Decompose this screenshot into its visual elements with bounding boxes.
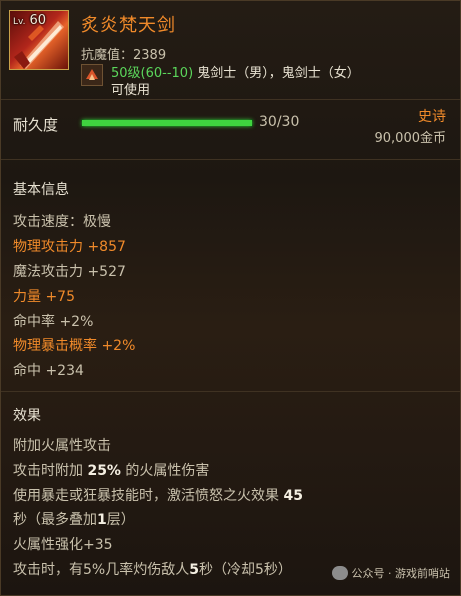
effect-text: 使用暴走或狂暴技能时，激活愤怒之火效果 [13, 488, 284, 504]
effect-value: 5 [189, 562, 199, 578]
stat-physical-crit: 物理暴击概率 +2% [13, 338, 136, 354]
item-header: Lv. 60 炙炎梵天剑 抗魔值：2389 50级(60--10) 鬼剑士（男），… [1, 1, 460, 98]
usable-status: 可使用 [111, 83, 151, 98]
stat-strength: 力量 +75 [13, 289, 75, 305]
effect-line: 附加火属性攻击 [13, 438, 111, 454]
item-tooltip: Lv. 60 炙炎梵天剑 抗魔值：2389 50级(60--10) 鬼剑士（男），… [0, 0, 461, 596]
basic-info-title: 基本信息 [13, 182, 69, 198]
effect-text: 秒（最多叠加 [13, 512, 97, 528]
price-label: 90,000金币 [374, 131, 447, 146]
durability-label: 耐久度 [13, 116, 59, 134]
effect-text: 攻击时，有5%几率灼伤敌人 [13, 562, 190, 578]
effects-title: 效果 [13, 408, 41, 424]
effect-line: 秒（最多叠加1层） [13, 509, 135, 529]
stat-attack-speed: 攻击速度：极慢 [13, 214, 111, 230]
durability-fill [82, 120, 252, 126]
durability-bar [81, 119, 253, 127]
effect-value: 45 [283, 488, 303, 504]
watermark-text: 公众号 · 游戏前哨站 [351, 567, 451, 580]
effect-text: 攻击时附加 [13, 463, 88, 479]
effect-line: 攻击时附加 25% 的火属性伤害 [13, 460, 209, 480]
effect-value: 25% [87, 463, 121, 479]
level-badge: Lv. 60 [13, 13, 46, 28]
watermark: 公众号 · 游戏前哨站 [331, 565, 451, 581]
durability-value: 30/30 [259, 114, 300, 130]
class-icon [81, 64, 103, 86]
divider [1, 99, 460, 100]
stat-physical-attack: 物理攻击力 +857 [13, 239, 126, 255]
required-classes: 鬼剑士（男），鬼剑士（女） [197, 66, 360, 81]
effect-line: 使用暴走或狂暴技能时，激活愤怒之火效果 45 [13, 485, 303, 505]
level-label: Lv. [13, 17, 26, 27]
effect-text: 秒（冷却5秒） [198, 562, 292, 578]
item-name: 炙炎梵天剑 [81, 15, 176, 36]
stat-magic-attack: 魔法攻击力 +527 [13, 264, 126, 280]
divider [1, 391, 460, 392]
resist-value: 抗魔值：2389 [81, 48, 167, 63]
divider [1, 159, 460, 160]
effect-text: 的火属性伤害 [120, 463, 210, 479]
stat-hit-rate: 命中率 +2% [13, 314, 94, 330]
level-number: 60 [29, 13, 47, 28]
rarity-label: 史诗 [418, 109, 446, 125]
effect-line: 攻击时，有5%几率灼伤敌人5秒（冷却5秒） [13, 559, 292, 579]
stat-hit: 命中 +234 [13, 363, 84, 379]
effect-text: 层） [106, 512, 135, 528]
effect-line: 火属性强化+35 [13, 537, 113, 553]
wechat-icon [331, 566, 348, 580]
effect-value: 1 [97, 512, 107, 528]
